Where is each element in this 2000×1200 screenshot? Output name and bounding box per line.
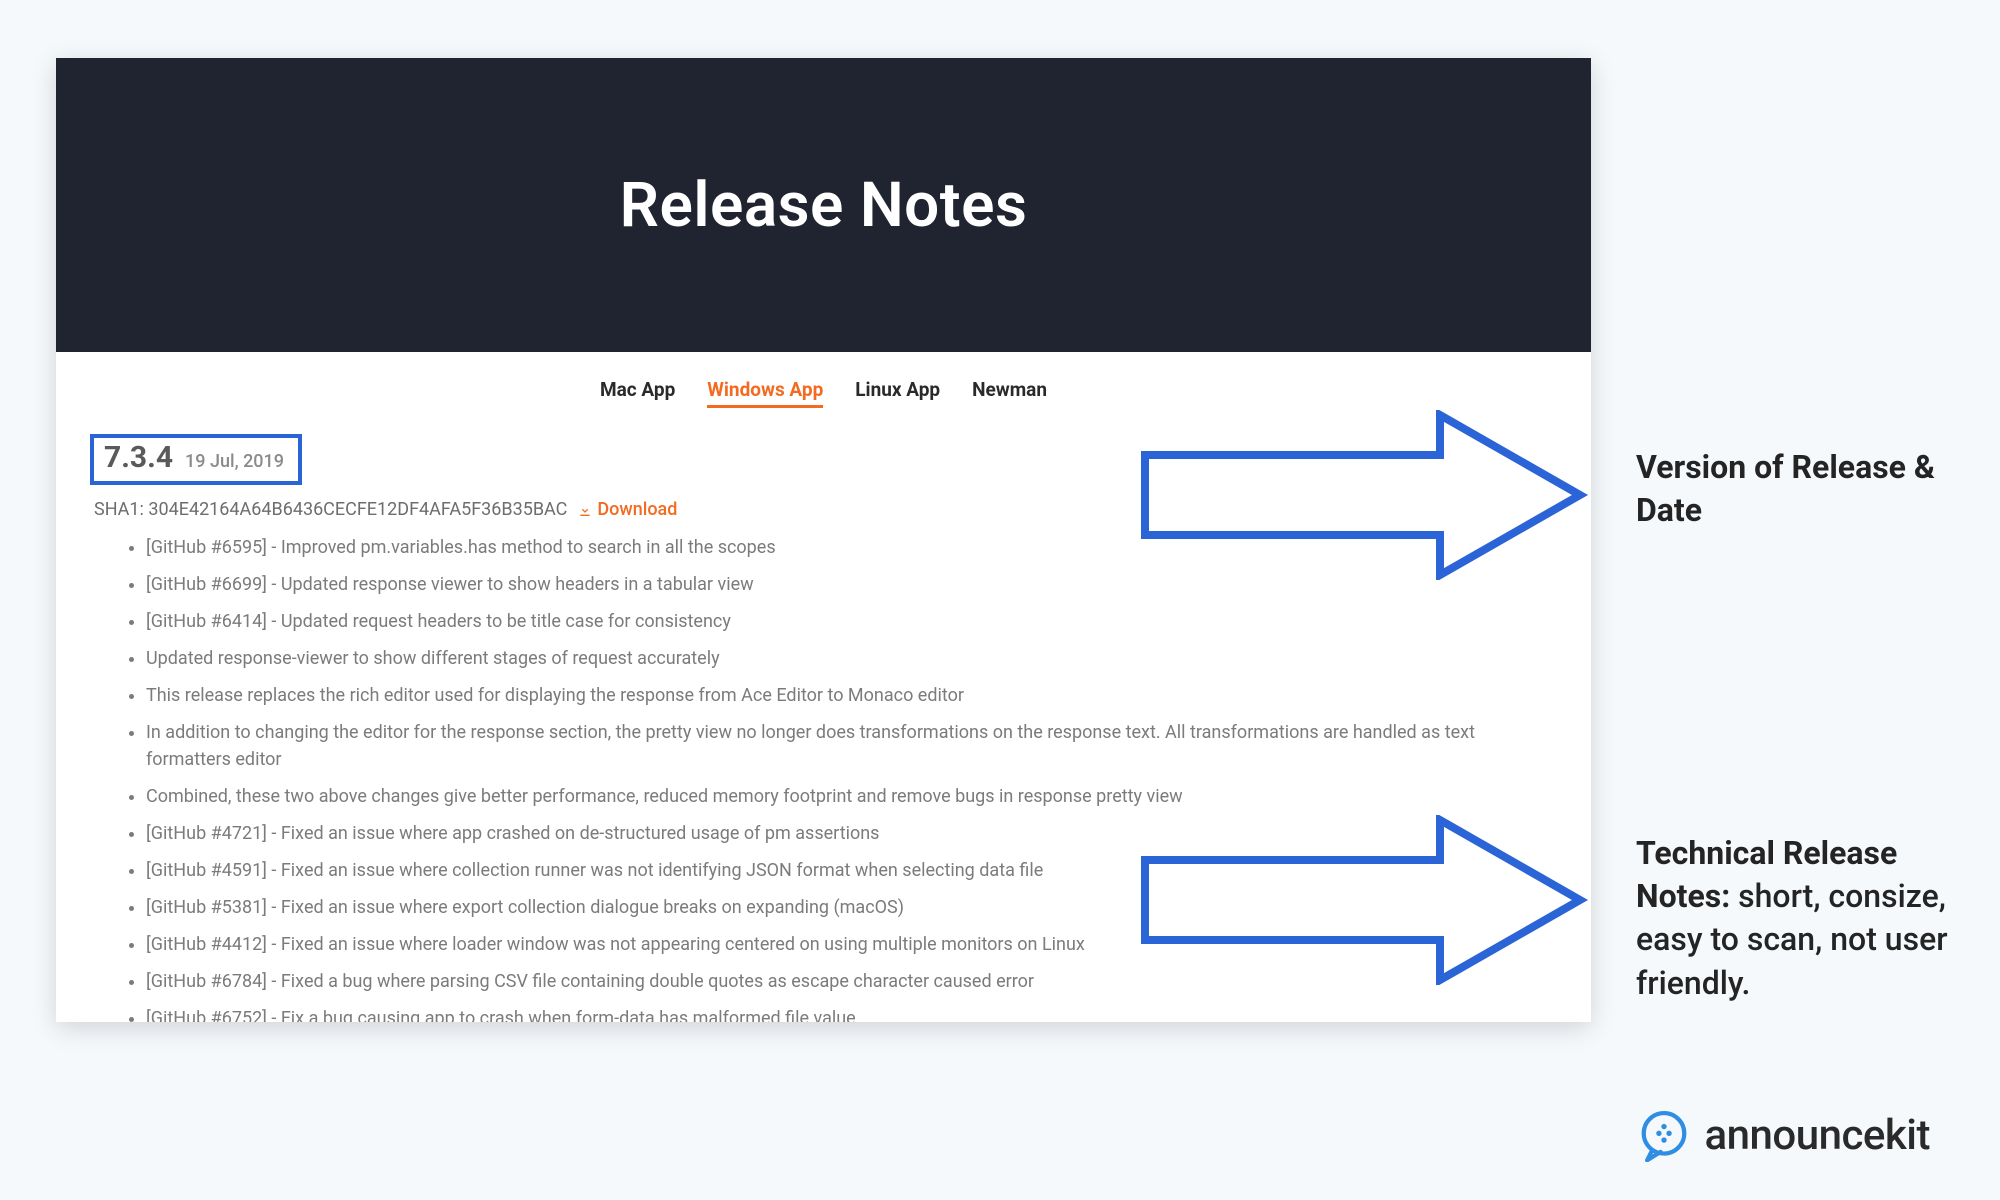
tab-linux-app[interactable]: Linux App xyxy=(855,378,940,408)
list-item: Combined, these two above changes give b… xyxy=(146,783,1557,810)
list-item: [GitHub #4591] - Fixed an issue where co… xyxy=(146,857,1557,884)
tab-windows-app[interactable]: Windows App xyxy=(707,378,823,408)
list-item: [GitHub #6784] - Fixed a bug where parsi… xyxy=(146,968,1557,995)
list-item: Updated response-viewer to show differen… xyxy=(146,645,1557,672)
list-item: In addition to changing the editor for t… xyxy=(146,719,1557,773)
list-item: [GitHub #4412] - Fixed an issue where lo… xyxy=(146,931,1557,958)
version-date-highlight: 7.3.4 19 Jul, 2019 xyxy=(90,434,302,485)
list-item: [GitHub #6699] - Updated response viewer… xyxy=(146,571,1557,598)
list-item: This release replaces the rich editor us… xyxy=(146,682,1557,709)
release-notes-list: [GitHub #6595] - Improved pm.variables.h… xyxy=(90,534,1557,1022)
list-item: [GitHub #4721] - Fixed an issue where ap… xyxy=(146,820,1557,847)
announcekit-logo: announcekit xyxy=(1637,1108,1930,1162)
sha-row: SHA1: 304E42164A64B6436CECFE12DF4AFA5F36… xyxy=(90,499,1557,520)
list-item: [GitHub #6595] - Improved pm.variables.h… xyxy=(146,534,1557,561)
list-item: [GitHub #6752] - Fix a bug causing app t… xyxy=(146,1005,1557,1022)
download-icon xyxy=(577,502,593,518)
version-number: 7.3.4 xyxy=(104,440,173,475)
download-label: Download xyxy=(597,499,677,520)
release-block: 7.3.4 19 Jul, 2019 SHA1: 304E42164A64B64… xyxy=(56,416,1591,1022)
logo-text: announcekit xyxy=(1705,1111,1930,1160)
hero-banner: Release Notes xyxy=(56,58,1591,352)
sha-value: SHA1: 304E42164A64B6436CECFE12DF4AFA5F36… xyxy=(94,499,567,520)
release-date: 19 Jul, 2019 xyxy=(185,451,284,472)
logo-icon xyxy=(1637,1108,1691,1162)
platform-tabs: Mac App Windows App Linux App Newman xyxy=(56,352,1591,416)
list-item: [GitHub #5381] - Fixed an issue where ex… xyxy=(146,894,1557,921)
release-notes-screenshot: Release Notes Mac App Windows App Linux … xyxy=(56,58,1591,1022)
tab-mac-app[interactable]: Mac App xyxy=(600,378,675,408)
page-title: Release Notes xyxy=(620,169,1028,242)
annotation-technical-notes: Technical Release Notes: short, consize,… xyxy=(1636,832,1996,1005)
list-item: [GitHub #6414] - Updated request headers… xyxy=(146,608,1557,635)
download-link[interactable]: Download xyxy=(577,499,677,520)
tab-newman[interactable]: Newman xyxy=(972,378,1047,408)
annotation-version-date: Version of Release & Date xyxy=(1636,446,1996,532)
